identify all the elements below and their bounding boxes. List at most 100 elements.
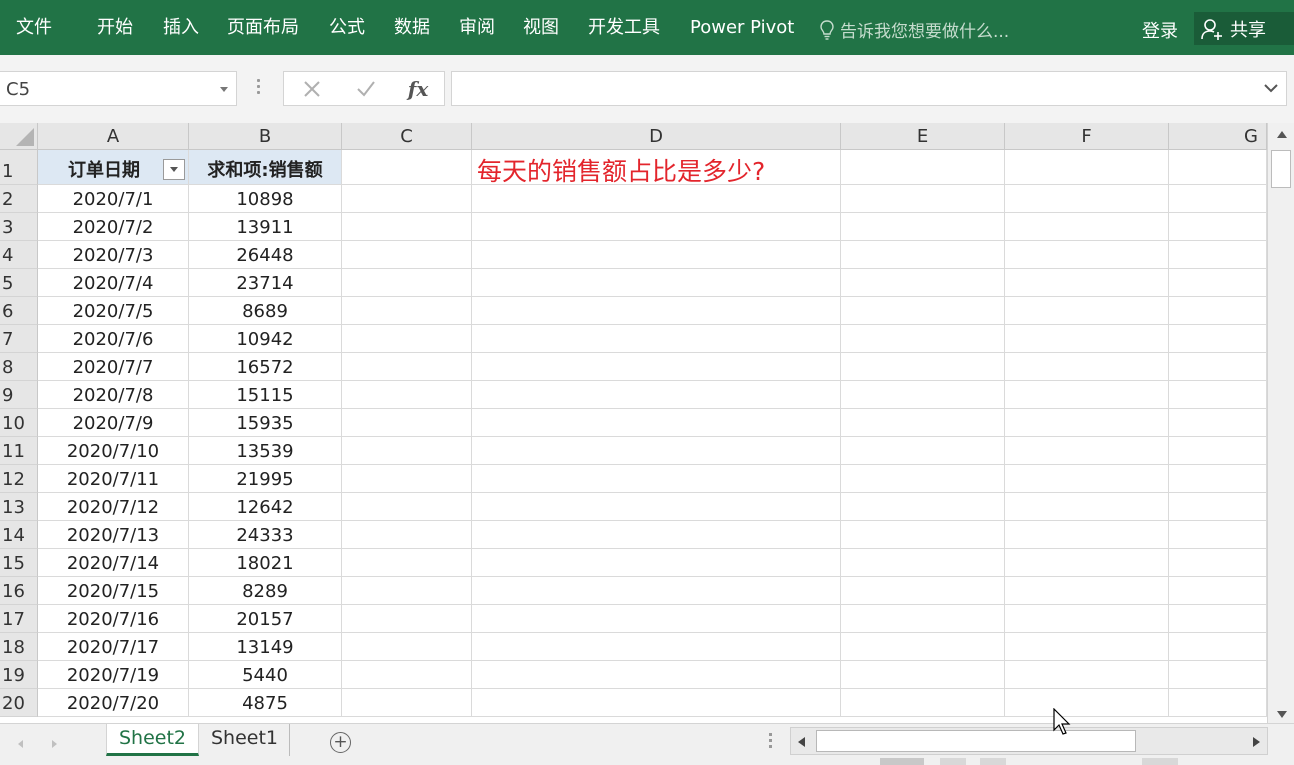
cell[interactable] <box>1169 269 1267 297</box>
cell[interactable] <box>472 493 841 521</box>
row-header[interactable]: 4 <box>0 241 38 269</box>
cell[interactable] <box>342 689 472 717</box>
sheet-tab-sheet2[interactable]: Sheet2 <box>106 724 199 756</box>
cell[interactable] <box>1169 353 1267 381</box>
insert-function-button[interactable]: fx <box>400 72 436 105</box>
cell[interactable] <box>342 409 472 437</box>
sales-cell[interactable]: 13911 <box>189 213 342 241</box>
sales-cell[interactable]: 13539 <box>189 437 342 465</box>
scroll-up-icon[interactable] <box>1277 131 1287 138</box>
cell[interactable] <box>1169 661 1267 689</box>
cell[interactable] <box>841 325 1005 353</box>
cell[interactable] <box>342 381 472 409</box>
select-all-corner[interactable] <box>0 123 38 150</box>
row-header[interactable]: 7 <box>0 325 38 353</box>
row-header[interactable]: 3 <box>0 213 38 241</box>
tab-data[interactable]: 数据 <box>394 17 430 39</box>
cell[interactable] <box>342 353 472 381</box>
cell[interactable] <box>472 633 841 661</box>
cell[interactable] <box>841 213 1005 241</box>
sales-cell[interactable]: 15115 <box>189 381 342 409</box>
cell[interactable] <box>472 661 841 689</box>
sales-cell[interactable]: 10898 <box>189 185 342 213</box>
cell[interactable] <box>342 577 472 605</box>
vertical-scrollbar[interactable] <box>1267 123 1294 723</box>
cell[interactable] <box>841 661 1005 689</box>
sales-cell[interactable]: 23714 <box>189 269 342 297</box>
cell[interactable] <box>1169 633 1267 661</box>
cell[interactable] <box>342 465 472 493</box>
cell[interactable] <box>472 465 841 493</box>
cell[interactable] <box>841 437 1005 465</box>
row-header[interactable]: 5 <box>0 269 38 297</box>
formula-input[interactable] <box>451 71 1287 106</box>
date-cell[interactable]: 2020/7/12 <box>38 493 189 521</box>
cell[interactable] <box>1005 661 1169 689</box>
date-cell[interactable]: 2020/7/11 <box>38 465 189 493</box>
cell[interactable] <box>1169 605 1267 633</box>
cell[interactable] <box>841 577 1005 605</box>
cell[interactable] <box>1169 185 1267 213</box>
date-cell[interactable]: 2020/7/16 <box>38 605 189 633</box>
login-link[interactable]: 登录 <box>1142 17 1178 43</box>
tab-file[interactable]: 文件 <box>16 17 52 39</box>
cell[interactable] <box>841 465 1005 493</box>
sales-cell[interactable]: 12642 <box>189 493 342 521</box>
date-cell[interactable]: 2020/7/10 <box>38 437 189 465</box>
add-sheet-icon[interactable]: + <box>330 732 351 753</box>
tab-power-pivot[interactable]: Power Pivot <box>690 17 794 39</box>
scroll-right-icon[interactable] <box>1253 737 1260 747</box>
tab-review[interactable]: 审阅 <box>459 17 495 39</box>
row-header[interactable]: 10 <box>0 409 38 437</box>
row-header[interactable]: 16 <box>0 577 38 605</box>
sales-cell[interactable]: 20157 <box>189 605 342 633</box>
cell[interactable] <box>1005 409 1169 437</box>
horizontal-scrollbar[interactable] <box>790 727 1268 755</box>
cell[interactable] <box>841 549 1005 577</box>
cell[interactable] <box>1005 269 1169 297</box>
grip-icon[interactable] <box>769 733 772 751</box>
pivot-header-order-date[interactable]: 订单日期 <box>38 150 189 185</box>
date-cell[interactable]: 2020/7/2 <box>38 213 189 241</box>
cell[interactable] <box>841 521 1005 549</box>
row-header[interactable]: 17 <box>0 605 38 633</box>
row-header[interactable]: 20 <box>0 689 38 717</box>
tab-formulas[interactable]: 公式 <box>329 17 365 39</box>
row-header[interactable]: 2 <box>0 185 38 213</box>
cell[interactable] <box>472 409 841 437</box>
cell[interactable] <box>342 241 472 269</box>
cell[interactable] <box>1169 549 1267 577</box>
cell[interactable] <box>1169 409 1267 437</box>
tab-insert[interactable]: 插入 <box>163 17 199 39</box>
row-header[interactable]: 15 <box>0 549 38 577</box>
sales-cell[interactable]: 15935 <box>189 409 342 437</box>
cell[interactable] <box>1169 689 1267 717</box>
cell[interactable] <box>1005 325 1169 353</box>
cell[interactable] <box>342 437 472 465</box>
sales-cell[interactable]: 18021 <box>189 549 342 577</box>
column-header-a[interactable]: A <box>38 123 189 150</box>
cell[interactable] <box>1005 577 1169 605</box>
sales-cell[interactable]: 8289 <box>189 577 342 605</box>
date-cell[interactable]: 2020/7/1 <box>38 185 189 213</box>
row-header[interactable]: 8 <box>0 353 38 381</box>
date-cell[interactable]: 2020/7/15 <box>38 577 189 605</box>
row-header[interactable]: 9 <box>0 381 38 409</box>
date-cell[interactable]: 2020/7/8 <box>38 381 189 409</box>
cell[interactable] <box>342 633 472 661</box>
cell[interactable] <box>841 353 1005 381</box>
cell[interactable] <box>342 493 472 521</box>
cell[interactable] <box>1169 493 1267 521</box>
scroll-down-icon[interactable] <box>1277 711 1287 718</box>
cell[interactable] <box>342 549 472 577</box>
cell[interactable] <box>1169 213 1267 241</box>
sales-cell[interactable]: 8689 <box>189 297 342 325</box>
sales-cell[interactable]: 10942 <box>189 325 342 353</box>
cell[interactable] <box>342 297 472 325</box>
cell[interactable] <box>472 269 841 297</box>
cell[interactable] <box>1169 241 1267 269</box>
row-header[interactable]: 6 <box>0 297 38 325</box>
date-cell[interactable]: 2020/7/14 <box>38 549 189 577</box>
tab-page-layout[interactable]: 页面布局 <box>227 17 299 39</box>
column-header-b[interactable]: B <box>189 123 342 150</box>
